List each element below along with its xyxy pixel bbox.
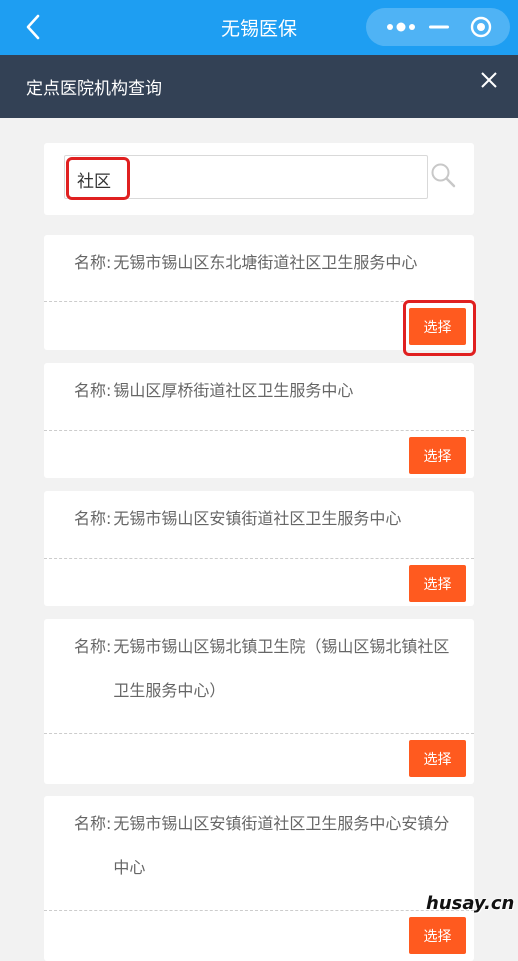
name-label: 名称: xyxy=(74,637,112,656)
watermark: husay.cn xyxy=(426,893,515,914)
hospital-name-row: 名称: 无锡市锡山区锡北镇卫生院（锡山区锡北镇社区卫生服务中心） xyxy=(74,625,456,713)
select-button[interactable]: 选择 xyxy=(409,917,466,954)
name-label: 名称: xyxy=(74,509,112,528)
select-button[interactable]: 选择 xyxy=(409,565,466,602)
name-label: 名称: xyxy=(74,814,112,833)
hospital-name: 无锡市锡山区安镇街道社区卫生服务中心安镇分中心 xyxy=(113,814,450,877)
dashed-divider xyxy=(44,430,474,431)
select-highlight-box xyxy=(403,300,476,356)
select-button[interactable]: 选择 xyxy=(409,437,466,474)
name-label: 名称: xyxy=(74,381,112,400)
search-icon[interactable] xyxy=(430,162,456,188)
dashed-divider xyxy=(44,910,474,911)
mini-program-capsule xyxy=(366,8,510,46)
target-circle-icon[interactable] xyxy=(470,16,492,38)
hospital-name-row: 名称: 锡山区厚桥街道社区卫生服务中心 xyxy=(74,369,456,413)
hospital-name-row: 名称: 无锡市锡山区安镇街道社区卫生服务中心安镇分中心 xyxy=(74,802,456,890)
dashed-divider xyxy=(44,733,474,734)
list-item: 名称: 无锡市锡山区安镇街道社区卫生服务中心安镇分中心 选择 xyxy=(44,796,474,961)
close-icon[interactable] xyxy=(480,71,498,89)
hospital-name: 无锡市锡山区安镇街道社区卫生服务中心 xyxy=(113,509,402,528)
minimize-icon[interactable] xyxy=(428,19,450,35)
hospital-name: 无锡市锡山区东北塘街道社区卫生服务中心 xyxy=(113,253,418,272)
search-highlight-box xyxy=(66,157,130,200)
page-header: 定点医院机构查询 xyxy=(0,55,518,118)
dashed-divider xyxy=(44,558,474,559)
top-nav-bar: 无锡医保 xyxy=(0,0,518,55)
name-label: 名称: xyxy=(74,253,112,272)
list-item: 名称: 锡山区厚桥街道社区卫生服务中心 选择 xyxy=(44,363,474,478)
select-button[interactable]: 选择 xyxy=(409,740,466,777)
hospital-name: 无锡市锡山区锡北镇卫生院（锡山区锡北镇社区卫生服务中心） xyxy=(113,637,450,700)
list-item: 名称: 无锡市锡山区锡北镇卫生院（锡山区锡北镇社区卫生服务中心） 选择 xyxy=(44,619,474,784)
hospital-name-row: 名称: 无锡市锡山区安镇街道社区卫生服务中心 xyxy=(74,497,456,541)
page-title: 定点医院机构查询 xyxy=(26,79,162,99)
hospital-name-row: 名称: 无锡市锡山区东北塘街道社区卫生服务中心 xyxy=(74,241,456,285)
hospital-name: 锡山区厚桥街道社区卫生服务中心 xyxy=(113,381,354,400)
list-item: 名称: 无锡市锡山区安镇街道社区卫生服务中心 选择 xyxy=(44,491,474,606)
more-dots-icon[interactable] xyxy=(382,19,422,35)
